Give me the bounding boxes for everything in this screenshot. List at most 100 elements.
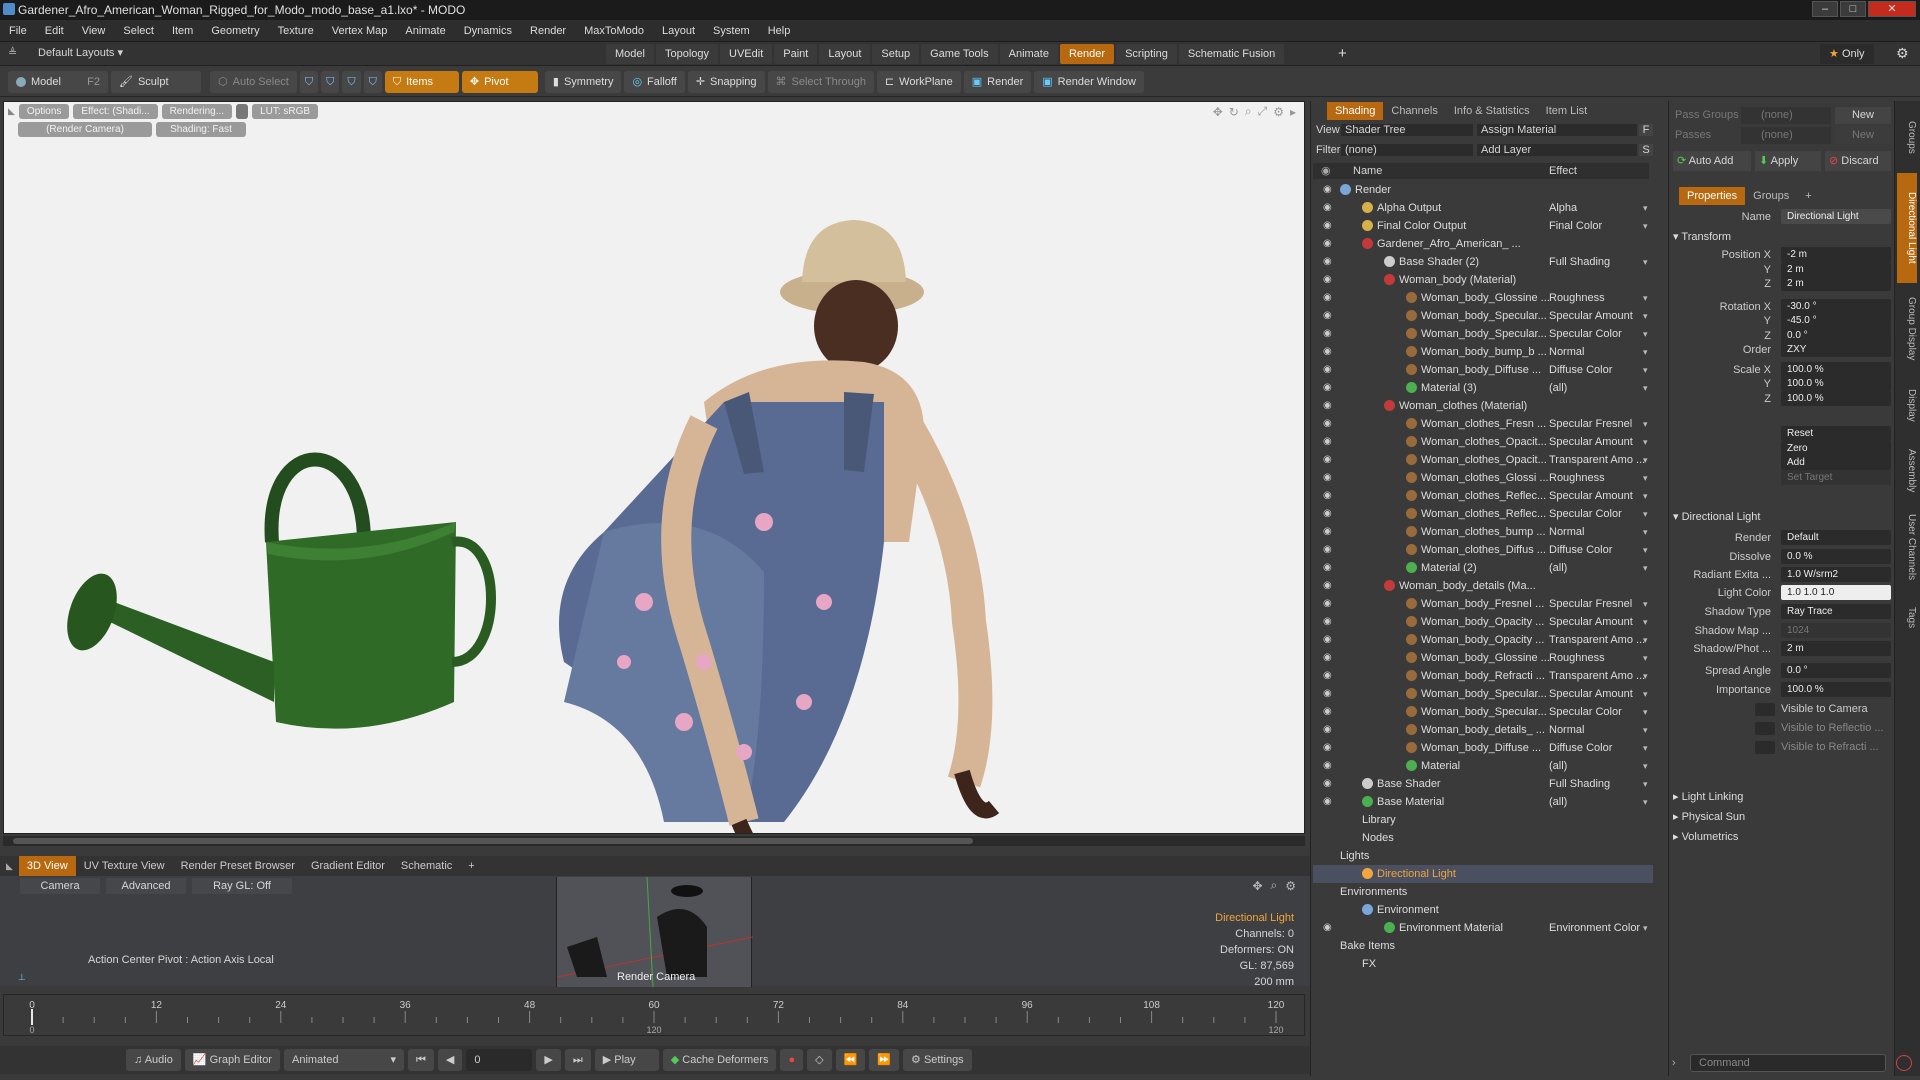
side-tab-group-display[interactable]: Group Display [1897,289,1917,369]
tree-row[interactable]: ◉ Woman_clothes_Opacit... Specular Amount ▾ [1313,433,1653,451]
tree-row-effect[interactable]: Diffuse Color [1549,541,1645,559]
field-value[interactable]: 2 m [1781,261,1891,277]
menu-item-item[interactable]: Item [163,20,202,42]
tab-item-list[interactable]: Item List [1538,102,1596,120]
eye-icon[interactable]: ◉ [1323,364,1335,376]
view-dropdown[interactable]: Shader Tree [1341,124,1473,136]
chevron-down-icon[interactable]: ▾ [1643,757,1648,775]
filter-dropdown[interactable]: (none) [1341,144,1473,156]
tree-row[interactable]: ◉ Base Material (all) ▾ [1313,793,1653,811]
tree-row[interactable]: ◉ Woman_body_bump_b ... Normal ▾ [1313,343,1653,361]
field-value[interactable]: Ray Trace [1781,604,1891,619]
settings-button[interactable]: ⚙ Settings [903,1049,972,1071]
tree-row[interactable]: ◉ Woman_body_Specular... Specular Color ▾ [1313,325,1653,343]
f-button[interactable]: F [1639,124,1653,136]
edges-mode-button[interactable]: ⛉ [321,70,340,93]
eye-icon[interactable]: ◉ [1323,760,1335,772]
sculpt-mode-button[interactable]: 🖌 Sculpt [111,70,201,93]
key-prev-button[interactable]: ⏪ [835,1049,866,1071]
field-value[interactable]: 100.0 % [1781,376,1891,391]
chevron-down-icon[interactable]: ▾ [1643,703,1648,721]
eye-icon[interactable]: ◉ [1323,274,1335,286]
render-button[interactable]: ▣ Render [963,70,1032,93]
eye-icon[interactable]: ◉ [1323,634,1335,646]
chevron-down-icon[interactable]: ▾ [1643,523,1648,541]
name-field[interactable]: Directional Light [1781,209,1891,224]
chevron-down-icon[interactable]: ▾ [1643,667,1648,685]
tree-row-effect[interactable]: Normal [1549,343,1645,361]
tab-uv-texture-view[interactable]: UV Texture View [76,856,173,876]
tree-row[interactable]: Directional Light [1313,865,1653,883]
eye-icon[interactable]: ◉ [1323,796,1335,808]
snapping-button[interactable]: ✛ Snapping [687,70,765,93]
add-tab-icon[interactable]: + [460,856,482,876]
tree-row[interactable]: ◉ Gardener_Afro_American_ ... [1313,235,1653,253]
collapsed-section[interactable]: ▸ Physical Sun [1673,809,1891,825]
default-layouts-dropdown[interactable]: Default Layouts ▾ [38,46,123,59]
tab-setup[interactable]: Setup [872,44,920,64]
add-layer-dropdown[interactable]: Add Layer [1477,144,1637,156]
side-tab-directional-light[interactable]: Directional Light [1897,173,1917,283]
menu-item-maxtomodo[interactable]: MaxToModo [575,20,653,42]
tree-row-effect[interactable]: Final Color [1549,217,1645,235]
tree-row-effect[interactable]: Alpha [1549,199,1645,217]
chevron-down-icon[interactable]: ▾ [1643,289,1648,307]
eye-icon[interactable]: ◉ [1323,256,1335,268]
tab-layout[interactable]: Layout [819,44,871,64]
eye-icon[interactable]: ◉ [1323,310,1335,322]
chevron-down-icon[interactable]: ▾ [1643,595,1648,613]
transform-action-button[interactable]: Set Target [1781,469,1891,485]
checkbox-row[interactable]: Visible to Reflectio ... [1669,720,1891,737]
eye-icon[interactable]: ◉ [1323,490,1335,502]
tree-row[interactable]: Library [1313,811,1653,829]
tree-row[interactable]: ◉ Woman_clothes_Opacit... Transparent Amo … [1313,451,1653,469]
tree-row[interactable]: ◉ Material (3) (all) ▾ [1313,379,1653,397]
chevron-down-icon[interactable]: ▾ [1643,685,1648,703]
tree-row-effect[interactable]: Transparent Amo ... [1549,451,1645,469]
eye-icon[interactable]: ◉ [1323,706,1335,718]
menu-item-layout[interactable]: Layout [653,20,704,42]
tab-render[interactable]: Render [1059,44,1115,64]
eye-icon[interactable]: ◉ [1323,346,1335,358]
menu-item-select[interactable]: Select [114,20,163,42]
last-frame-button[interactable]: ⏭ [564,1049,591,1071]
symmetry-button[interactable]: ▮ Symmetry [544,70,622,93]
tree-row-effect[interactable]: Roughness [1549,469,1645,487]
tree-row[interactable]: ◉ Woman_body_Opacity ... Transparent Amo .… [1313,631,1653,649]
eye-icon[interactable]: ◉ [1323,616,1335,628]
chevron-down-icon[interactable]: ▾ [1643,415,1648,433]
pan-icon[interactable]: ✥ [1252,879,1262,893]
field-value[interactable]: 0.0 ° [1781,663,1891,678]
tab-animate[interactable]: Animate [999,44,1058,64]
camera-preview[interactable]: Render Camera [556,876,754,988]
tree-row[interactable]: ◉ Material (all) ▾ [1313,757,1653,775]
eye-icon[interactable]: ◉ [1323,436,1335,448]
tab-channels[interactable]: Channels [1383,102,1445,120]
eye-icon[interactable]: ◉ [1323,238,1335,250]
tree-row[interactable]: Nodes [1313,829,1653,847]
side-tab-display[interactable]: Display [1897,375,1917,435]
tree-row[interactable]: ◉ Woman_body_Glossine ... Roughness ▾ [1313,289,1653,307]
frame-input[interactable]: 0 [466,1049,533,1071]
field-value[interactable]: 1.0 W/srm2 [1781,567,1891,582]
command-input[interactable]: Command [1690,1054,1886,1072]
tree-row[interactable]: ◉ Woman_body_Diffuse ... Diffuse Color ▾ [1313,739,1653,757]
menu-item-edit[interactable]: Edit [36,20,73,42]
collapsed-section[interactable]: ▸ Volumetrics [1673,829,1891,845]
command-stop-icon[interactable] [1896,1055,1912,1071]
tree-row[interactable]: ◉ Environment Material Environment Color ▾ [1313,919,1653,937]
passes-dropdown[interactable]: (none) [1741,127,1831,144]
chevron-down-icon[interactable]: ▾ [1643,739,1648,757]
tree-row-effect[interactable]: (all) [1549,793,1645,811]
eye-icon[interactable]: ◉ [1323,562,1335,574]
menu-item-vertex-map[interactable]: Vertex Map [323,20,397,42]
tab-topology[interactable]: Topology [655,44,719,64]
key-next-button[interactable]: ⏩ [869,1049,899,1071]
side-tab-user-channels[interactable]: User Channels [1897,507,1917,587]
tab-properties[interactable]: Properties [1679,187,1746,205]
tab-game-tools[interactable]: Game Tools [921,44,998,64]
eye-icon[interactable]: ◉ [1323,544,1335,556]
tree-row[interactable]: ◉ Woman_body_Specular... Specular Amount ▾ [1313,307,1653,325]
menu-item-help[interactable]: Help [759,20,800,42]
tree-row-effect[interactable]: Specular Fresnel [1549,595,1645,613]
